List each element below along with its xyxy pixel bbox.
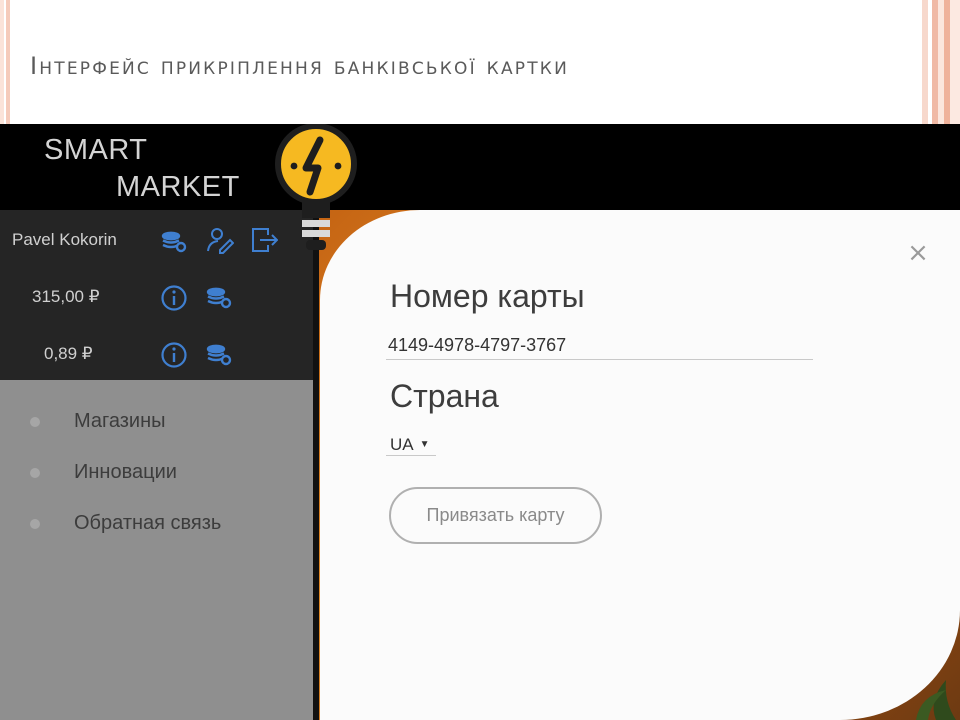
bullet-icon — [30, 467, 40, 478]
caret-down-icon: ▼ — [419, 439, 430, 450]
bullet-icon — [30, 518, 40, 529]
sidebar-item-innovations[interactable]: Инновации — [30, 461, 177, 484]
sidebar-item-label: Инновации — [74, 461, 177, 483]
card-number-label: Номер карты — [390, 278, 585, 314]
user-edit-icon[interactable] — [206, 226, 234, 254]
sidebar-item-feedback[interactable]: Обратная связь — [30, 512, 221, 535]
sidebar-nav: Магазины Инновации Обратная связь — [0, 380, 316, 720]
slide-border-left — [0, 0, 10, 124]
country-selected-value: UA — [390, 434, 414, 454]
top-bar: SMART MARKET — [0, 124, 960, 210]
coins-icon[interactable] — [205, 284, 233, 312]
sidebar-item-label: Обратная связь — [74, 512, 222, 534]
balance-amount: 0,89 ₽ — [44, 344, 93, 363]
card-number-input[interactable] — [386, 332, 813, 360]
coins-icon[interactable] — [160, 228, 188, 256]
bullet-icon — [30, 416, 40, 427]
balance-amount: 315,00 ₽ — [32, 287, 100, 306]
sidebar-item-label: Магазины — [74, 410, 166, 432]
bind-card-modal: × Номер карты Страна UA ▼ Привязать карт… — [320, 210, 960, 720]
logo-text-smart: SMART — [44, 134, 148, 166]
sidebar-item-shops[interactable]: Магазины — [30, 410, 166, 433]
app-screenshot: SMART MARKET Pavel Kokorin 315,00 ₽ 0,89… — [0, 124, 960, 720]
logo-text-market: MARKET — [116, 171, 240, 203]
slide-title: Інтерфейс прикріплення банківської картк… — [30, 52, 569, 80]
country-select[interactable]: UA ▼ — [386, 434, 436, 456]
info-icon[interactable] — [160, 341, 188, 369]
country-label: Страна — [390, 378, 499, 414]
user-name[interactable]: Pavel Kokorin — [12, 230, 117, 250]
close-icon[interactable]: × — [905, 240, 931, 266]
slide-border-right — [922, 0, 960, 124]
coins-icon[interactable] — [205, 341, 233, 369]
info-icon[interactable] — [160, 284, 188, 312]
lightbulb-logo-icon — [275, 124, 357, 250]
bind-card-button[interactable]: Привязать карту — [389, 487, 602, 544]
